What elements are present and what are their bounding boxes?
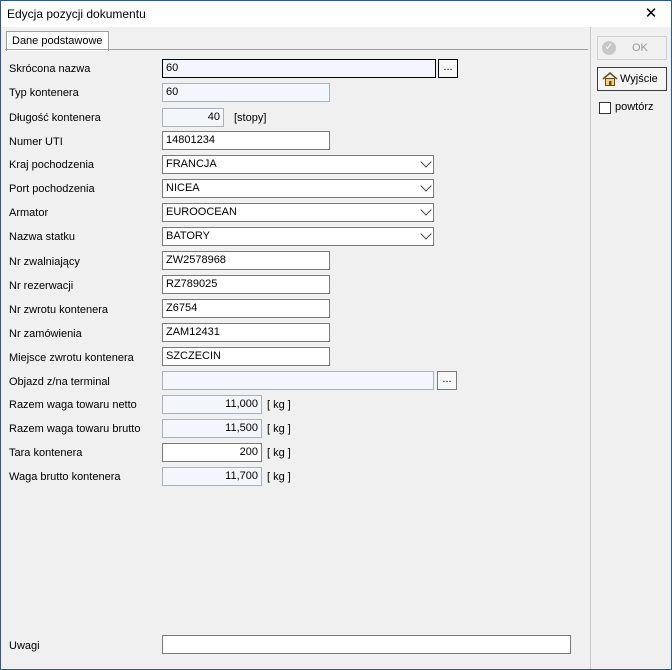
dlugosc-kontenera-field: 40 (162, 108, 224, 127)
label-miejsce-zwrotu-kontenera: Miejsce zwrotu kontenera (9, 352, 134, 364)
nazwa-statku-value: BATORY (166, 230, 211, 242)
unit-kg-brutto: [ kg ] (267, 423, 291, 435)
main-panel: Dane podstawowe Skrócona nazwa 60 ... Ty… (1, 27, 591, 669)
label-skrocona-nazwa: Skrócona nazwa (9, 63, 91, 75)
label-uwagi: Uwagi (9, 640, 40, 652)
kraj-pochodzenia-select[interactable]: FRANCJA (162, 155, 434, 174)
ok-button[interactable]: ✓ OK (597, 36, 667, 60)
label-nr-zwrotu-kontenera: Nr zwrotu kontenera (9, 304, 109, 316)
unit-kg-tara: [ kg ] (267, 447, 291, 459)
label-objazd-terminal: Objazd z/na terminal (9, 376, 110, 388)
label-razem-netto: Razem waga towaru netto (9, 399, 137, 411)
tab-divider (5, 49, 588, 50)
home-icon (602, 72, 618, 86)
tara-kontenera-input[interactable]: 200 (162, 443, 262, 462)
nr-rezerwacji-input[interactable]: RZ789025 (162, 275, 330, 294)
exit-button[interactable]: Wyjście (597, 67, 667, 91)
chevron-down-icon[interactable] (420, 204, 432, 216)
label-armator: Armator (9, 207, 49, 219)
razem-brutto-field: 11,500 (162, 419, 262, 438)
label-typ-kontenera: Typ kontenera (9, 87, 79, 99)
waga-brutto-kontenera-field: 11,700 (162, 467, 262, 486)
skrocona-nazwa-input[interactable]: 60 (162, 59, 436, 78)
typ-kontenera-field: 60 (162, 83, 330, 102)
label-dlugosc-kontenera: Długość kontenera (9, 112, 101, 124)
powtorz-label: powtórz (615, 101, 654, 113)
objazd-terminal-field (162, 371, 434, 390)
unit-stopy: [stopy] (234, 112, 267, 124)
label-nr-zamowienia: Nr zamówienia (9, 328, 82, 340)
razem-netto-field: 11,000 (162, 395, 262, 414)
label-kraj-pochodzenia: Kraj pochodzenia (9, 159, 95, 171)
nazwa-statku-select[interactable]: BATORY (162, 227, 434, 246)
kraj-pochodzenia-value: FRANCJA (166, 158, 217, 170)
nr-zwrotu-kontenera-input[interactable]: Z6754 (162, 299, 330, 318)
unit-kg-netto: [ kg ] (267, 399, 291, 411)
dialog-window: Edycja pozycji dokumentu ✕ Dane podstawo… (0, 0, 672, 670)
label-numer-uti: Numer UTI (9, 136, 63, 148)
label-port-pochodzenia: Port pochodzenia (9, 183, 95, 195)
port-pochodzenia-value: NICEA (166, 182, 200, 194)
title-bar: Edycja pozycji dokumentu ✕ (1, 1, 671, 27)
port-pochodzenia-select[interactable]: NICEA (162, 179, 434, 198)
window-title: Edycja pozycji dokumentu (7, 7, 146, 21)
label-waga-brutto-kontenera: Waga brutto kontenera (9, 471, 121, 483)
close-icon[interactable]: ✕ (631, 1, 671, 27)
skrocona-nazwa-browse-button[interactable]: ... (438, 59, 458, 78)
nr-zwalniajacy-input[interactable]: ZW2578968 (162, 251, 330, 270)
unit-kg-waga-brutto: [ kg ] (267, 471, 291, 483)
chevron-down-icon[interactable] (420, 180, 432, 192)
label-nr-zwalniajacy: Nr zwalniający (9, 256, 80, 268)
objazd-terminal-browse-button[interactable]: ... (437, 371, 457, 390)
side-panel: ✓ OK Wyjście powtórz (591, 27, 671, 669)
numer-uti-input[interactable]: 14801234 (162, 131, 330, 150)
label-tara-kontenera: Tara kontenera (9, 447, 83, 459)
miejsce-zwrotu-kontenera-input[interactable]: SZCZECIN (162, 347, 330, 366)
nr-zamowienia-input[interactable]: ZAM12431 (162, 323, 330, 342)
powtorz-checkbox[interactable] (599, 102, 611, 114)
check-circle-icon: ✓ (602, 41, 616, 55)
chevron-down-icon[interactable] (420, 156, 432, 168)
ok-label: OK (632, 42, 648, 54)
chevron-down-icon[interactable] (420, 228, 432, 240)
armator-value: EUROOCEAN (166, 206, 237, 218)
tab-dane-podstawowe[interactable]: Dane podstawowe (6, 31, 109, 51)
exit-label: Wyjście (620, 73, 658, 85)
uwagi-input[interactable] (162, 635, 571, 654)
label-nazwa-statku: Nazwa statku (9, 231, 76, 243)
label-razem-brutto: Razem waga towaru brutto (9, 423, 141, 435)
armator-select[interactable]: EUROOCEAN (162, 203, 434, 222)
label-nr-rezerwacji: Nr rezerwacji (9, 280, 74, 292)
